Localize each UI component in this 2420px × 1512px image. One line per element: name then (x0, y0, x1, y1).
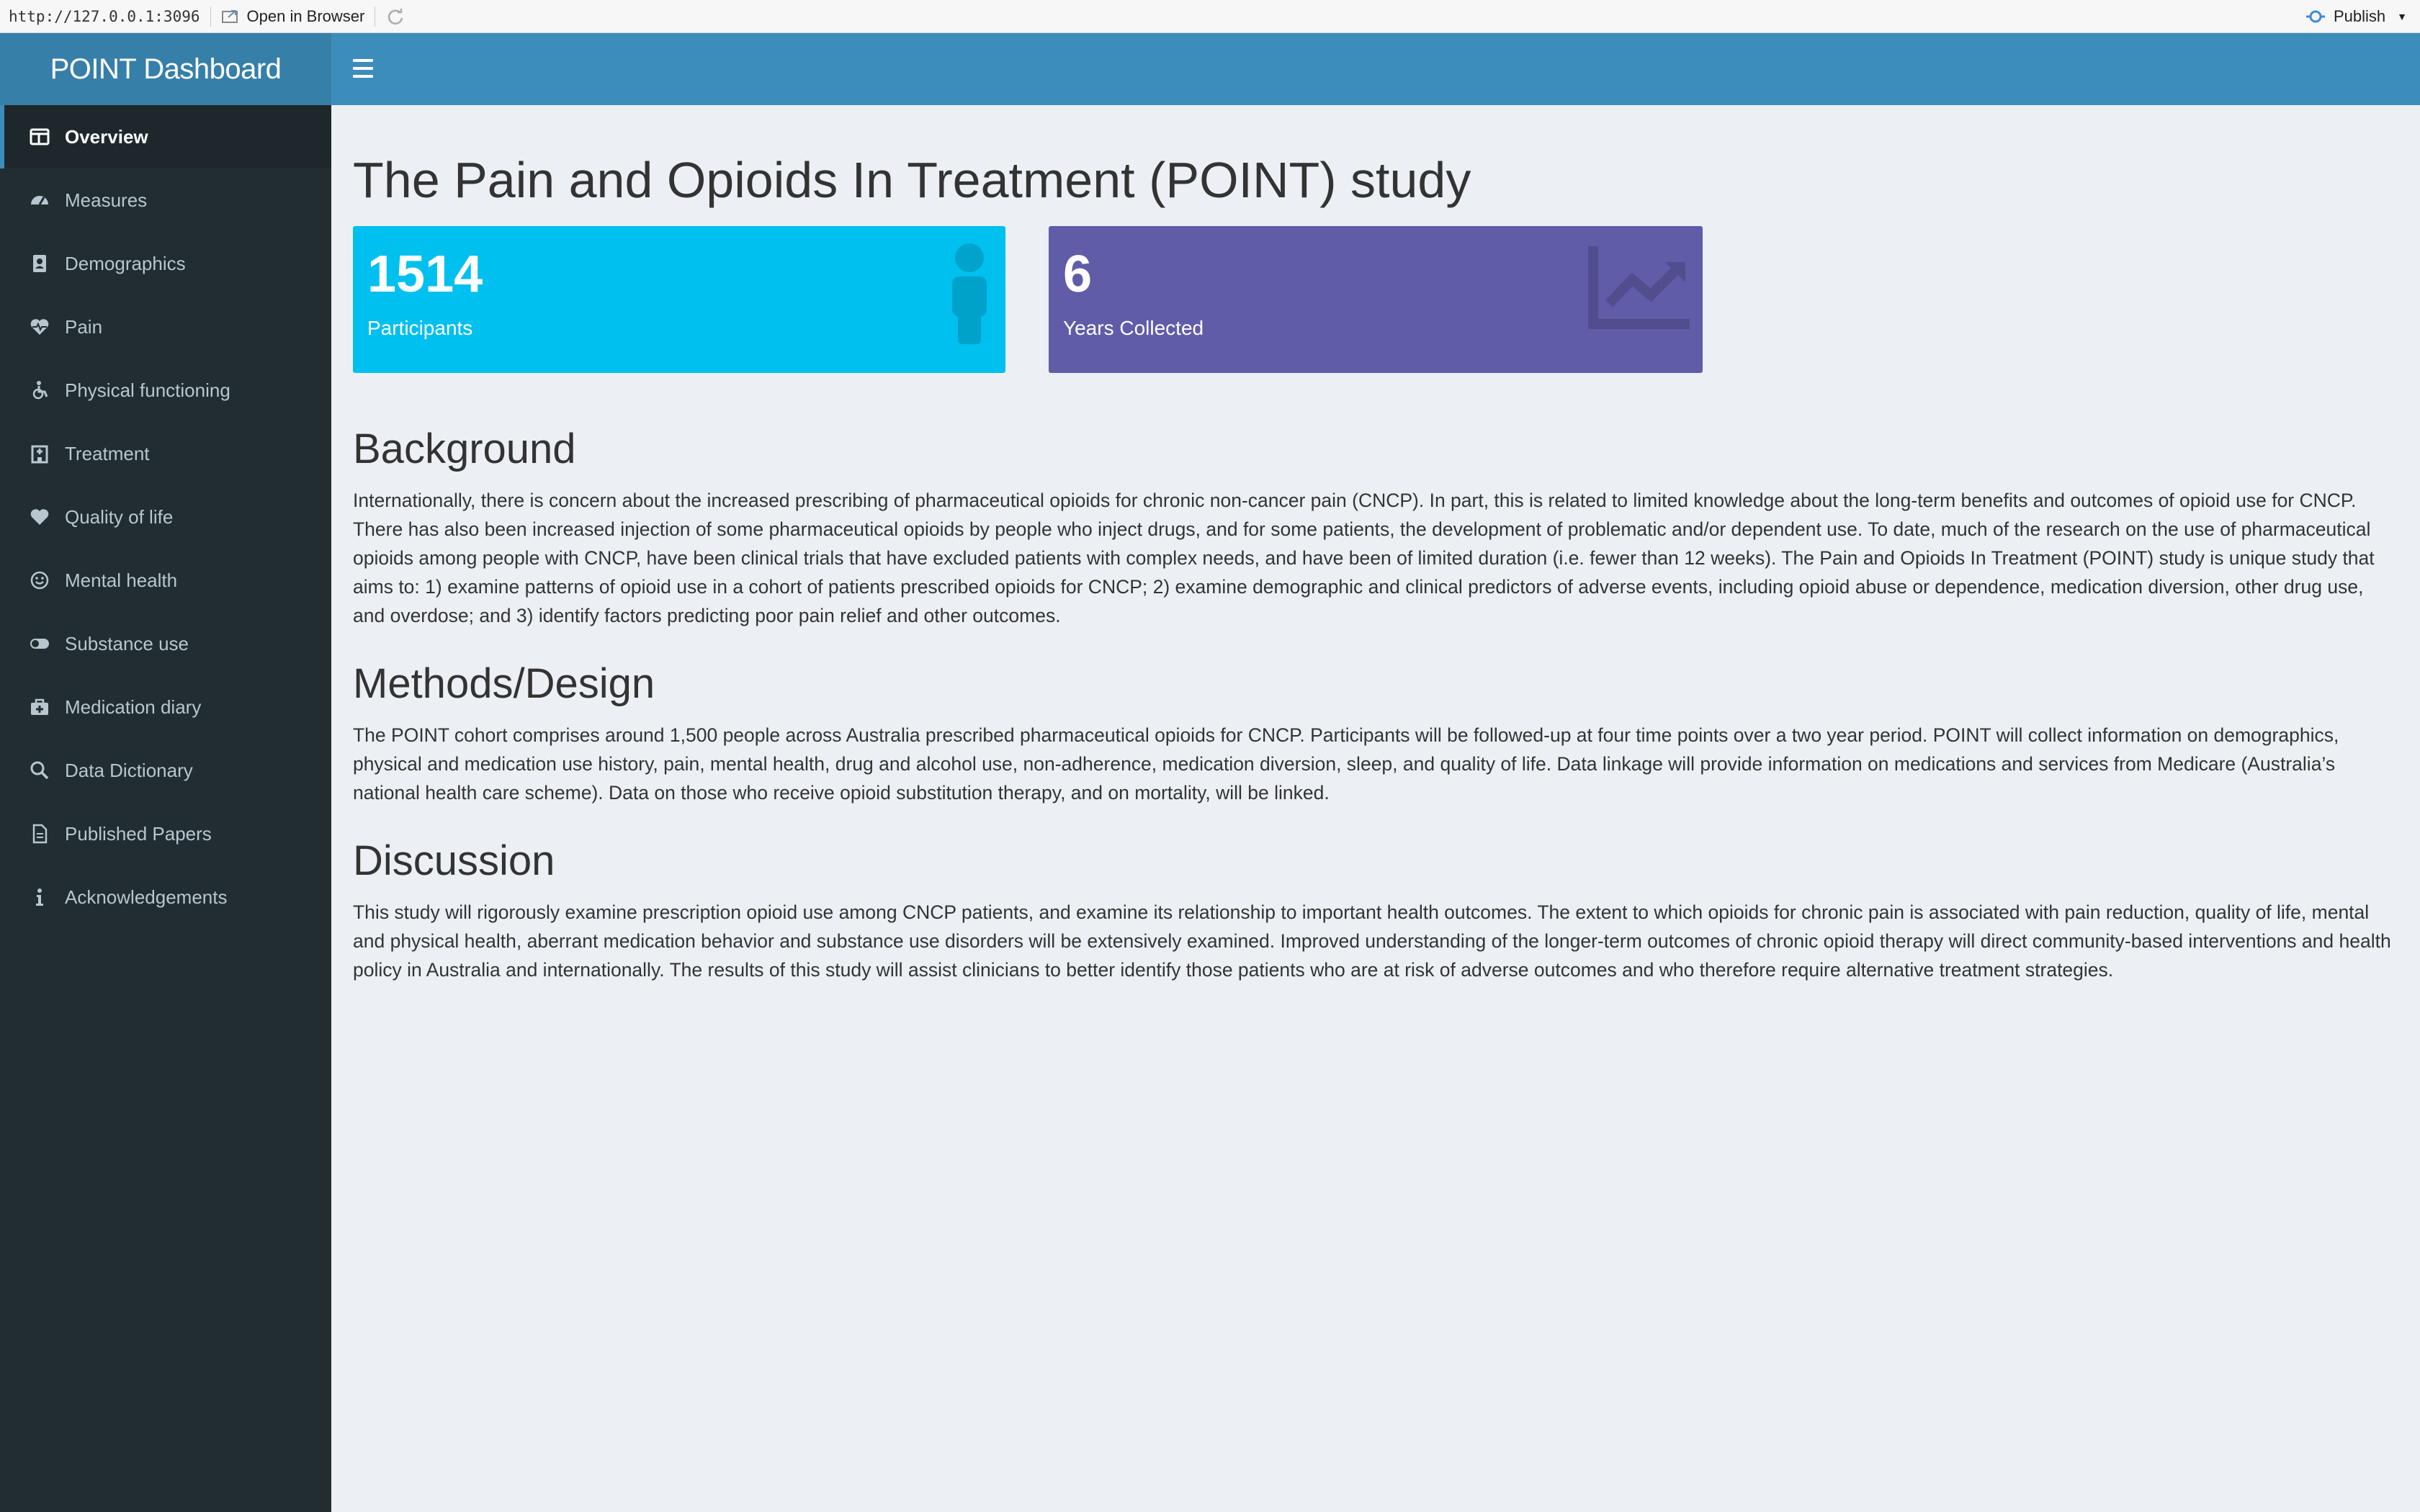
search-icon (29, 760, 50, 781)
info-icon (29, 886, 50, 908)
heart-icon (29, 506, 50, 528)
years-collected-count: 6 (1063, 246, 1093, 303)
sidebar-item-label: Physical functioning (65, 379, 230, 401)
heartbeat-icon (29, 316, 50, 338)
years-collected-label: Years Collected (1063, 317, 1204, 339)
sidebar-item-label: Treatment (65, 442, 150, 464)
wheelchair-icon (29, 379, 50, 401)
sidebar-item-overview[interactable]: Overview (0, 105, 331, 168)
sidebar-item-label: Measures (65, 189, 148, 211)
medkit-icon (29, 696, 50, 718)
section-body: Internationally, there is concern about … (353, 490, 2375, 626)
brand-logo[interactable]: POINT Dashboard (0, 33, 331, 105)
refresh-icon[interactable] (385, 6, 405, 27)
sidebar-item-pain[interactable]: Pain (0, 295, 331, 359)
publish-button[interactable]: Publish ▼ (2305, 0, 2407, 33)
sidebar-item-acknowledgements[interactable]: Acknowledgements (0, 865, 331, 929)
sidebar-item-label: Medication diary (65, 696, 202, 718)
sidebar-item-label: Quality of life (65, 505, 174, 528)
sidebar-item-published-papers[interactable]: Published Papers (0, 802, 331, 865)
publish-icon (2305, 10, 2325, 23)
viewer-toolbar: http://127.0.0.1:3096 Open in Browser Pu… (0, 0, 2420, 33)
sidebar-item-treatment[interactable]: Treatment (0, 422, 331, 485)
section-heading: Discussion (353, 837, 555, 884)
sidebar-item-physical-functioning[interactable]: Physical functioning (0, 359, 331, 422)
chevron-down-icon[interactable]: ▼ (2397, 11, 2407, 22)
toolbar-divider (210, 6, 211, 27)
open-in-browser-button[interactable]: Open in Browser (221, 6, 365, 26)
sidebar-item-measures[interactable]: Measures (0, 168, 331, 232)
page-title: The Pain and Opioids In Treatment (POINT… (353, 152, 1471, 208)
methods-design-section: Methods/Design The POINT cohort comprise… (353, 660, 2398, 807)
sidebar: Overview Measures Demographics Pain Phys… (0, 105, 331, 1512)
viewer-url[interactable]: http://127.0.0.1:3096 (0, 8, 200, 25)
sidebar-item-label: Overview (65, 125, 148, 148)
sidebar-item-label: Pain (65, 315, 103, 338)
sidebar-item-mental-health[interactable]: Mental health (0, 549, 331, 612)
years-collected-value-box: 6 Years Collected (1049, 226, 1703, 373)
section-body: The POINT cohort comprises around 1,500 … (353, 724, 2339, 804)
participants-value-box: 1514 Participants (353, 226, 1005, 373)
sidebar-item-label: Mental health (65, 569, 178, 591)
participants-label: Participants (367, 317, 473, 339)
sidebar-item-quality-of-life[interactable]: Quality of life (0, 485, 331, 549)
file-icon (29, 823, 50, 845)
section-heading: Methods/Design (353, 660, 655, 707)
sidebar-item-label: Published Papers (65, 822, 212, 845)
sidebar-item-data-dictionary[interactable]: Data Dictionary (0, 739, 331, 802)
open-browser-icon (221, 9, 238, 23)
sidebar-item-label: Acknowledgements (65, 886, 228, 908)
sidebar-item-demographics[interactable]: Demographics (0, 232, 331, 295)
smile-icon (29, 570, 50, 591)
main-content: The Pain and Opioids In Treatment (POINT… (331, 105, 2420, 1512)
top-navbar (331, 33, 2420, 105)
sidebar-item-label: Data Dictionary (65, 759, 193, 781)
sidebar-toggle-icon[interactable] (353, 59, 373, 78)
user-icon (952, 243, 987, 344)
sidebar-item-substance-use[interactable]: Substance use (0, 612, 331, 675)
participants-count: 1514 (367, 246, 483, 303)
dashboard-icon (29, 189, 50, 211)
publish-label: Publish (2333, 7, 2386, 25)
sidebar-item-medication-diary[interactable]: Medication diary (0, 675, 331, 739)
table-icon (29, 126, 50, 148)
sidebar-item-label: Substance use (65, 632, 189, 654)
section-heading: Background (353, 426, 576, 472)
background-section: Background Internationally, there is con… (353, 425, 2398, 630)
section-body: This study will rigorously examine presc… (353, 901, 2391, 981)
hospital-icon (29, 443, 50, 464)
line-chart-icon (1588, 246, 1690, 329)
toggle-icon (29, 633, 50, 654)
discussion-section: Discussion This study will rigorously ex… (353, 837, 2398, 984)
sidebar-item-label: Demographics (65, 252, 186, 274)
open-in-browser-label: Open in Browser (246, 6, 365, 25)
address-book-icon (29, 253, 50, 274)
